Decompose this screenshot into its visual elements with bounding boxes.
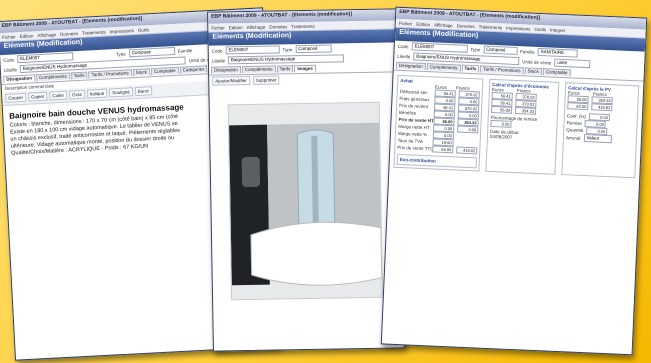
menu-item[interactable]: Impressions [506,25,530,31]
libelle-label: Libellé [211,57,225,64]
menu-item[interactable]: Edition [229,25,243,30]
tab-tarifs[interactable]: Tarifs [70,71,88,80]
tab-tarifs[interactable]: Tarifs [276,65,294,73]
tab-complements[interactable]: Compléments [426,63,461,72]
add-image-button[interactable]: Ajouter/Modifier [212,75,250,86]
unite-field[interactable]: unité [554,58,591,69]
calc-franc[interactable]: 354.33 [514,106,537,115]
menu-item[interactable]: Traitements [82,29,106,35]
famille-label: Famille [520,48,535,55]
type-label: Type [282,46,293,52]
arrondi-select[interactable]: Valeur [583,133,612,144]
ecotaxe-section: Eco-contribution [396,153,477,169]
window-tarifs: EBP Bâtiment 2009 - ATOUTBAT - [Elements… [380,6,648,356]
tab-designation[interactable]: Désignation [3,74,36,83]
ecotaxe-title: Eco-contribution [399,157,436,164]
pct-field[interactable]: 0.00 [490,119,512,128]
menu-item[interactable]: Traitements [479,24,503,30]
menu-item[interactable]: Impressions [109,28,133,34]
type-field[interactable]: Composé [483,45,518,56]
code-label: Code [211,47,223,54]
menu-item[interactable]: Integrer [550,27,566,33]
cut-button[interactable]: Couper [5,92,27,103]
menu-item[interactable]: Données [269,24,287,29]
famille-label: Famille [177,47,193,54]
type-field[interactable]: Composé [295,44,332,54]
tab-stock[interactable]: Stock [524,67,542,76]
tab-tarifs[interactable]: Tarifs [461,64,480,73]
pv-section: Calcul d'après le PV Euros Francs 56.00 3… [561,82,640,179]
tab-comptable[interactable]: Comptable [150,66,179,76]
menu-item[interactable]: Outils [138,27,150,33]
coef-label: Coef. (%) [566,113,587,120]
menu-item[interactable]: Outils [534,26,546,31]
tab-categories[interactable]: Catégories [179,65,208,74]
bathtub-photo [228,102,383,300]
tab-designation[interactable]: Désignation [395,61,426,71]
menu-item[interactable]: Fichier [2,34,16,40]
menu-item[interactable]: Traitements [291,23,315,28]
libelle-label: Libellé [397,53,411,59]
italic-button[interactable]: Italique [86,88,108,99]
code-field[interactable]: ELEM007 [225,45,280,55]
calcul-section: Calcul d'après d'économie Euros Francs 5… [485,78,560,175]
menu-item[interactable]: Affichage [434,22,453,28]
menu-item[interactable]: Edition [416,21,430,27]
famille-field[interactable]: SANITAIRE [537,47,578,58]
tab-comptable[interactable]: Comptable [542,68,571,77]
tab-designation[interactable]: Désignation [211,66,241,74]
libelle-label: Libellé [3,66,17,73]
menu-item[interactable]: Fichier [399,20,413,26]
unite-label: Unité de vente [522,58,552,66]
menu-item[interactable]: Données [457,23,475,29]
menu-item[interactable]: Données [60,30,78,36]
tab-complements[interactable]: Compléments [241,65,276,74]
window-images: EBP Bâtiment 2009 - ATOUTBAT - [Elements… [207,8,405,352]
tab-stock[interactable]: Stock [132,68,151,77]
copy-button[interactable]: Copier [27,91,48,102]
tab-promotions[interactable]: Tarifs / Promotions [480,65,524,75]
date-value: 04/06/2007 [489,133,513,140]
arrondi-label: Arrondi [565,134,581,141]
type-label: Type [470,46,481,52]
type-label: Type [115,51,126,57]
quantite-label: Quantité [566,127,584,133]
achat-section: Achat Euros Francs Déboursé sec 56.41 37… [393,74,484,172]
underline-button[interactable]: Souligné [109,87,133,98]
bold-button[interactable]: Gras [68,89,86,100]
menu-item[interactable]: Affichage [37,32,56,38]
strike-button[interactable]: Barré [134,86,152,97]
pv-euro[interactable]: 64.00 [567,102,589,111]
menu-item[interactable]: Edition [19,33,33,39]
code-label: Code [3,56,15,63]
calc-euro[interactable]: 56.00 [490,105,513,114]
code-label: Code [397,43,409,49]
delete-image-button[interactable]: Supprimer [252,75,280,85]
tab-images[interactable]: Images [294,64,316,73]
menu-item[interactable]: Affichage [247,24,266,29]
remise-label: Remise [566,120,583,126]
pv-franc[interactable]: 419.82 [591,103,613,112]
tab-complements[interactable]: Compléments [35,72,70,82]
paste-button[interactable]: Coller [49,90,68,101]
tab-promotions[interactable]: Tarifs / Promotions [88,69,132,79]
product-image-frame [227,101,384,301]
menu-item[interactable]: Fichier [211,25,225,30]
